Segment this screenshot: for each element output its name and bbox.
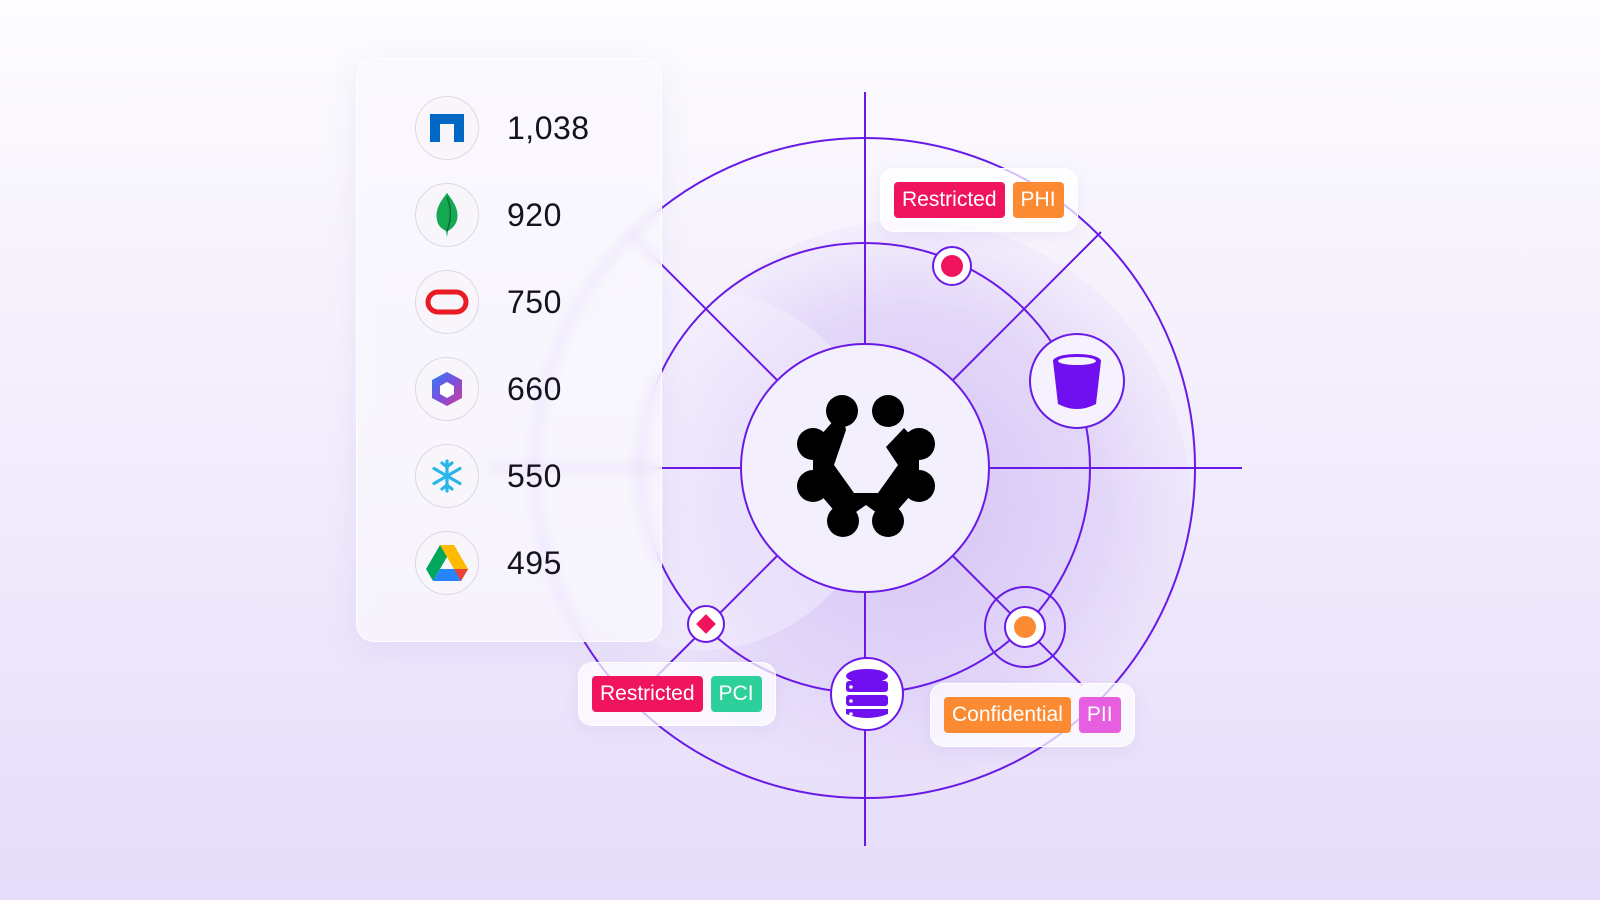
- source-count: 750: [507, 283, 562, 320]
- source-count: 495: [507, 544, 562, 581]
- database-icon: [830, 657, 904, 731]
- storage-bucket-icon: [1029, 333, 1125, 429]
- source-row-google-drive: 495: [415, 531, 562, 595]
- source-row-mongodb: 920: [415, 183, 562, 247]
- source-row-snowflake: 550: [415, 444, 562, 508]
- source-row-netapp: 1,038: [415, 96, 590, 160]
- source-count: 660: [507, 370, 562, 407]
- source-row-oracle: 750: [415, 270, 562, 334]
- source-row-microsoft-365: 660: [415, 357, 562, 421]
- data-sources-panel: 1,038 920 750 660 550 495: [356, 58, 662, 642]
- restricted-phi-node: [932, 246, 972, 286]
- data-type-tag: PHI: [1012, 182, 1064, 218]
- microsoft-365-logo-icon: [415, 357, 479, 421]
- source-count: 920: [507, 196, 562, 233]
- classification-tag: Restricted: [894, 182, 1005, 218]
- classification-tag: Restricted: [592, 676, 703, 712]
- google-drive-logo-icon: [415, 531, 479, 595]
- mongodb-leaf-icon: [415, 183, 479, 247]
- snowflake-logo-icon: [415, 444, 479, 508]
- source-count: 550: [507, 457, 562, 494]
- tag-box-pci: Restricted PCI: [578, 662, 776, 726]
- source-count: 1,038: [507, 109, 590, 146]
- restricted-pci-node: [687, 605, 725, 643]
- tag-box-pii: Confidential PII: [930, 683, 1135, 747]
- netapp-logo-icon: [415, 96, 479, 160]
- data-type-tag: PCI: [710, 676, 762, 712]
- classification-tag: Confidential: [944, 697, 1071, 733]
- oracle-logo-icon: [415, 270, 479, 334]
- tag-box-phi: Restricted PHI: [880, 168, 1078, 232]
- inner-ring: [740, 343, 990, 593]
- radar-diagram: [490, 92, 1242, 846]
- data-type-tag: PII: [1078, 697, 1121, 733]
